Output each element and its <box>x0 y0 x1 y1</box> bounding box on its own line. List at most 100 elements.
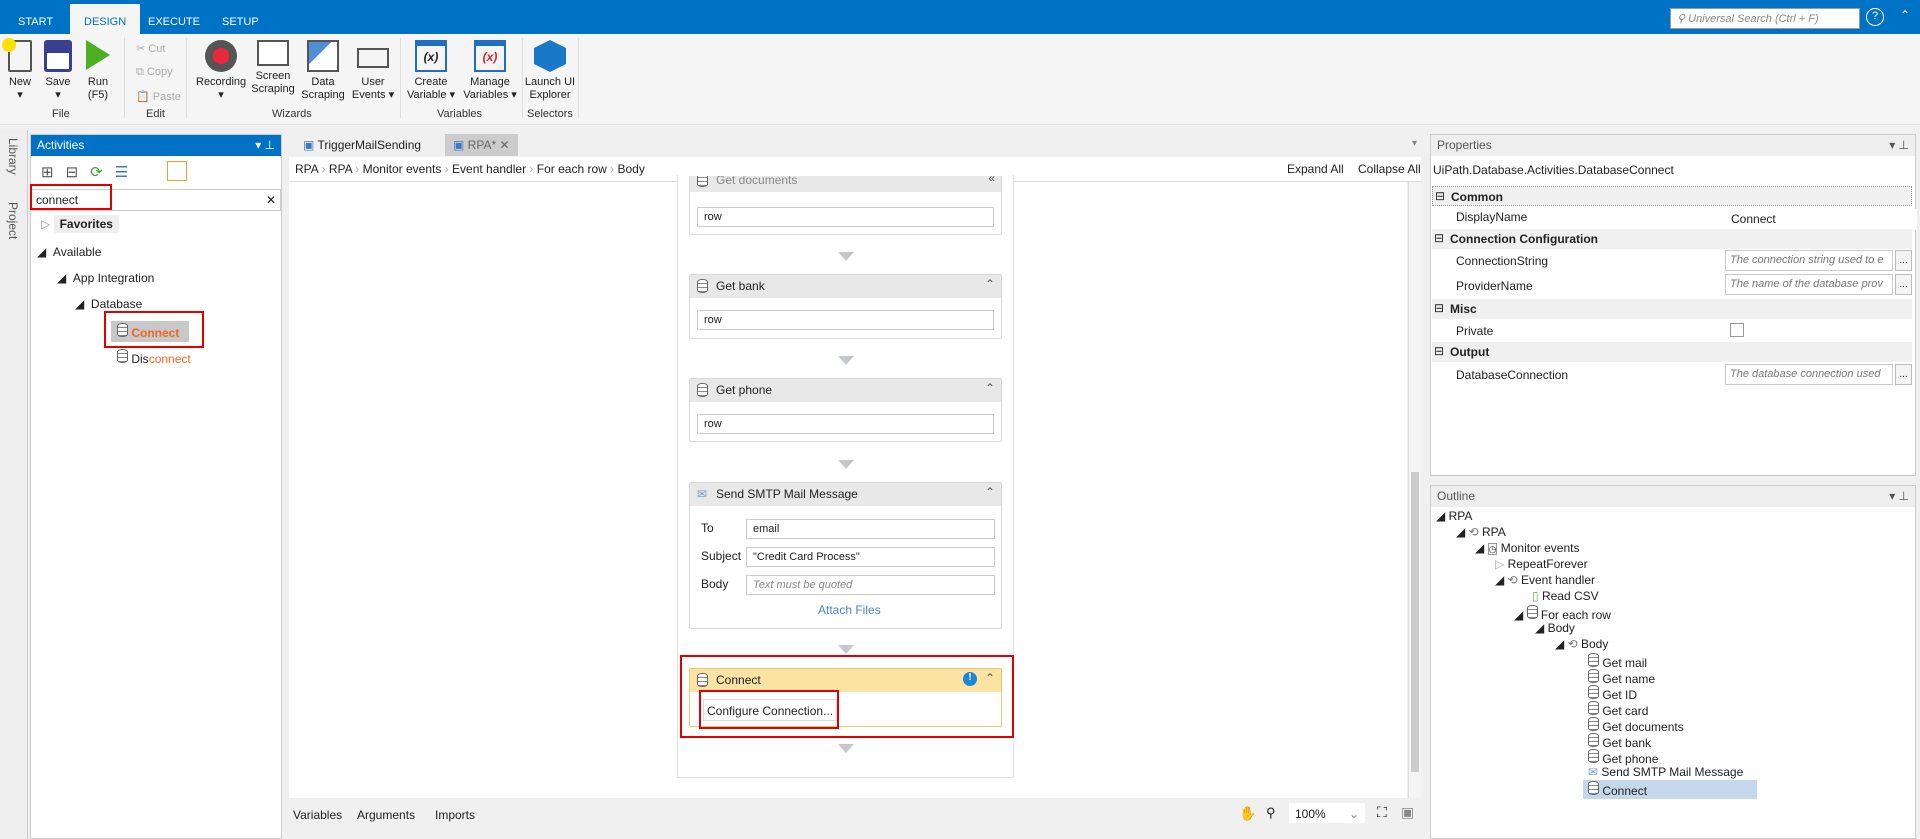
subject-field[interactable]: "Credit Card Process" <box>746 547 995 567</box>
pin-icon[interactable]: ▾ ⊥ <box>1889 489 1909 503</box>
databaseconnection-ellipsis-button[interactable]: ... <box>1895 364 1912 385</box>
outline-item[interactable]: ◢ ◷ Monitor events <box>1475 541 1579 555</box>
tab-setup[interactable]: SETUP <box>208 9 273 34</box>
tab-execute[interactable]: EXECUTE <box>134 9 214 34</box>
collapse-icon[interactable]: ⌃ <box>985 381 995 395</box>
activity-card-get-documents[interactable]: Get documents « row <box>689 176 1002 235</box>
body-field[interactable]: Text must be quoted <box>746 575 995 595</box>
create-variable-button[interactable]: (x) Create Variable ▾ <box>404 40 458 102</box>
tree-item-database[interactable]: ◢ Database <box>75 297 142 311</box>
user-events-button[interactable]: User Events ▾ <box>350 40 396 102</box>
activity-card-get-phone[interactable]: Get phone ⌃ row <box>689 378 1002 442</box>
outline-item[interactable]: Get card <box>1588 701 1648 718</box>
help-icon[interactable]: ? <box>1866 8 1884 26</box>
outline-item[interactable]: Get documents <box>1588 717 1684 734</box>
category-connection-configuration[interactable]: Connection Configuration <box>1432 229 1912 249</box>
hand-pan-icon[interactable]: ✋ <box>1239 805 1256 822</box>
breadcrumb-item[interactable]: Monitor events <box>363 162 442 176</box>
paste-button[interactable]: 📋 Paste <box>136 90 181 103</box>
outline-item[interactable]: Get name <box>1588 669 1655 686</box>
activities-toolbar[interactable]: ⊞⊟⟳☰ <box>41 163 140 181</box>
side-tab-project[interactable]: Project <box>6 202 20 239</box>
category-common[interactable]: Common <box>1432 186 1912 206</box>
collapse-all-button[interactable]: Collapse All <box>1358 162 1421 176</box>
activity-card-get-bank[interactable]: Get bank ⌃ row <box>689 274 1002 339</box>
category-output[interactable]: Output <box>1432 342 1912 362</box>
outline-item[interactable]: ◢ Body <box>1535 621 1575 635</box>
collapse-icon[interactable]: ⌃ <box>985 277 995 291</box>
overview-icon[interactable]: ▣ <box>1401 804 1414 821</box>
arguments-tab[interactable]: Arguments <box>357 808 415 822</box>
tab-start[interactable]: START <box>4 9 67 34</box>
outline-item[interactable]: Get bank <box>1588 733 1651 750</box>
outline-item[interactable]: ▷ RepeatForever <box>1495 557 1588 571</box>
zoom-search-icon[interactable]: ⚲ <box>1266 805 1276 821</box>
tab-list-icon[interactable]: ▾ <box>1412 138 1417 149</box>
close-tab-icon[interactable]: ✕ <box>499 138 509 152</box>
doc-tab-rpa[interactable]: ▣ RPA* ✕ <box>445 134 518 156</box>
run-button[interactable]: Run (F5) <box>80 40 116 102</box>
collapse-ribbon-icon[interactable]: ⌃ <box>1900 8 1910 22</box>
activity-card-send-smtp[interactable]: ✉ Send SMTP Mail Message ⌃ To email Subjec… <box>689 482 1002 629</box>
tree-item-available[interactable]: ◢ Available <box>37 245 101 259</box>
variables-tab[interactable]: Variables <box>293 808 342 822</box>
breadcrumb-item[interactable]: Event handler <box>452 162 526 176</box>
row-field[interactable]: row <box>697 207 994 227</box>
collapse-icon[interactable]: ⌃ <box>985 485 995 499</box>
record-icon <box>205 40 237 72</box>
outline-item[interactable]: ◢ RPA <box>1436 509 1472 523</box>
providername-field[interactable]: The name of the database prov <box>1725 274 1893 295</box>
connectionstring-field[interactable]: The connection string used to e <box>1725 250 1893 271</box>
outline-item[interactable]: ◢ ⟲ Event handler <box>1495 573 1595 587</box>
pin-icon[interactable]: ▾ ⊥ <box>1889 138 1909 152</box>
breadcrumb-item[interactable]: RPA <box>295 162 318 176</box>
fit-screen-icon[interactable]: ⛶ <box>1377 804 1387 821</box>
outline-item[interactable]: Get ID <box>1588 685 1637 702</box>
canvas-scrollbar[interactable] <box>1408 182 1421 798</box>
clear-icon[interactable]: ✕ <box>266 193 276 207</box>
manage-variables-button[interactable]: (x) Manage Variables ▾ <box>462 40 518 102</box>
data-scraping-button[interactable]: Data Scraping <box>300 40 346 102</box>
breadcrumb-item[interactable]: Body <box>617 162 644 176</box>
row-field[interactable]: row <box>697 414 994 434</box>
add-package-icon[interactable] <box>167 161 187 181</box>
row-field[interactable]: row <box>697 310 994 330</box>
activity-disconnect[interactable]: Disconnect <box>117 349 191 366</box>
to-field[interactable]: email <box>746 519 995 539</box>
imports-tab[interactable]: Imports <box>435 808 475 822</box>
launch-ui-explorer-button[interactable]: Launch UI Explorer <box>524 40 576 102</box>
universal-search-input[interactable]: ⚲ Universal Search (Ctrl + F) <box>1670 8 1860 29</box>
outline-item[interactable]: ◢ ⟲ Body <box>1555 637 1608 651</box>
tab-design[interactable]: DESIGN <box>70 4 141 34</box>
breadcrumb-item[interactable]: For each row <box>537 162 607 176</box>
category-misc[interactable]: Misc <box>1432 299 1912 319</box>
new-button[interactable]: New ▾ <box>2 38 36 102</box>
recording-button[interactable]: Recording ▾ <box>196 40 246 102</box>
displayname-field[interactable]: Connect <box>1727 209 1917 230</box>
outline-item[interactable]: ▯ Read CSV <box>1532 589 1599 603</box>
private-checkbox[interactable] <box>1730 323 1744 337</box>
providername-ellipsis-button[interactable]: ... <box>1895 274 1912 295</box>
outline-item[interactable]: ◢ For each row <box>1514 605 1611 622</box>
expand-all-button[interactable]: Expand All <box>1287 162 1344 176</box>
doc-tab-triggermailsending[interactable]: ▣ TriggerMailSending <box>295 134 429 156</box>
pin-icon[interactable]: ▾ ⊥ <box>255 138 275 152</box>
attach-files-link[interactable]: Attach Files <box>818 603 881 617</box>
save-button[interactable]: Save ▾ <box>40 40 76 102</box>
databaseconnection-field[interactable]: The database connection used <box>1725 364 1893 385</box>
side-tab-library[interactable]: Library <box>6 138 20 175</box>
copy-button[interactable]: ⧉ Copy <box>136 66 173 79</box>
outline-item[interactable]: Get mail <box>1588 653 1647 670</box>
breadcrumb-item[interactable]: RPA <box>329 162 352 176</box>
outline-item[interactable]: Get phone <box>1588 749 1658 766</box>
cut-button[interactable]: ✂ Cut <box>136 42 165 55</box>
outline-item[interactable]: ✉ Send SMTP Mail Message <box>1588 765 1743 779</box>
flow-arrow-icon <box>838 645 854 654</box>
tree-item-app-integration[interactable]: ◢ App Integration <box>57 271 154 285</box>
zoom-select[interactable]: 100% ⌄ <box>1289 803 1365 823</box>
outline-item-selected[interactable]: Connect <box>1583 780 1757 799</box>
screen-scraping-button[interactable]: Screen Scraping <box>250 40 296 96</box>
tree-item-favorites[interactable]: ▷ Favorites <box>41 215 119 233</box>
connectionstring-ellipsis-button[interactable]: ... <box>1895 250 1912 271</box>
outline-item[interactable]: ◢ ⟲ RPA <box>1456 525 1506 539</box>
